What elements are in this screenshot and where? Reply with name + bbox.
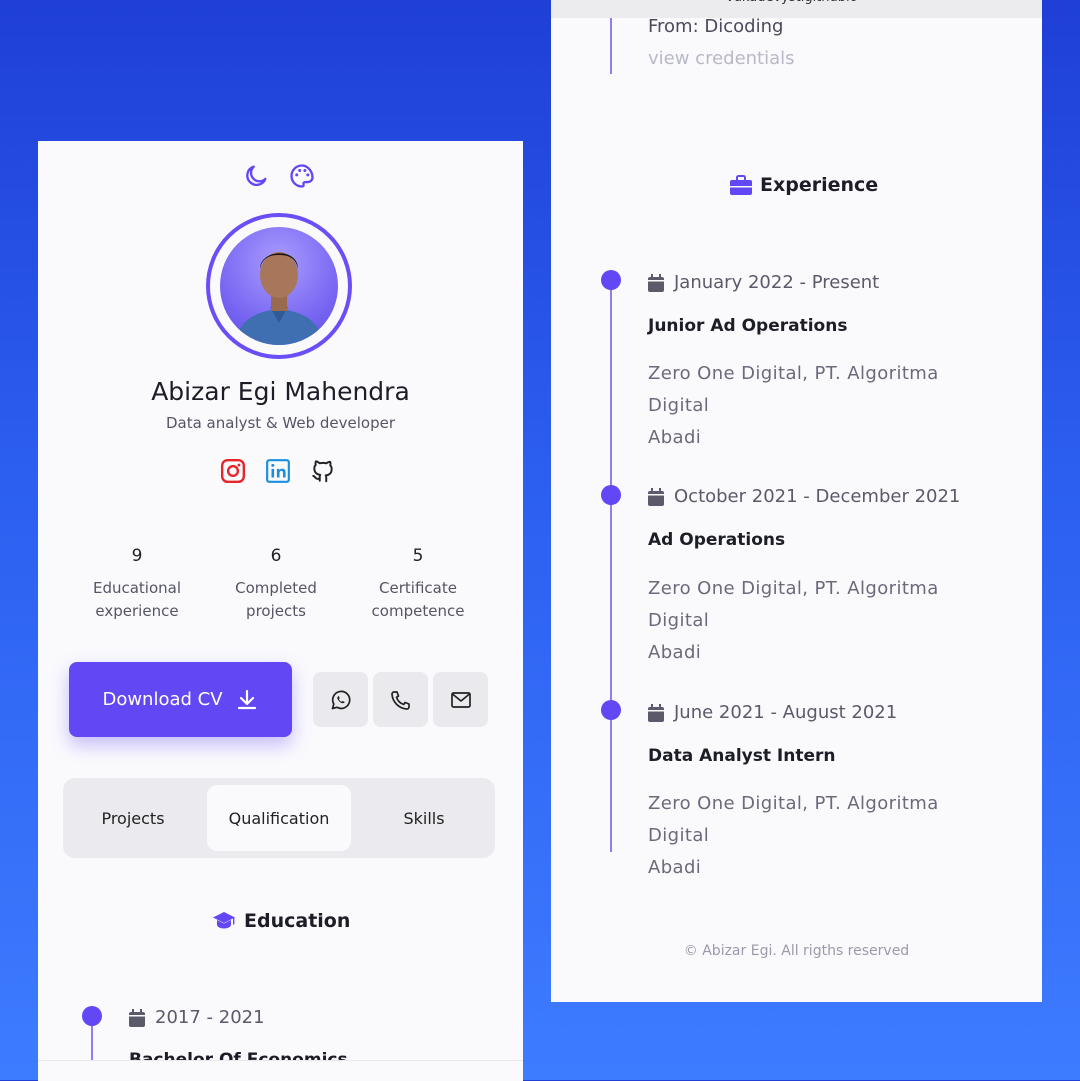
avatar <box>206 213 352 359</box>
stat-label: Certificate <box>379 579 457 597</box>
social-links <box>220 458 336 484</box>
job-company: Zero One Digital, PT. Algoritma Digital … <box>648 358 998 454</box>
tab-qualification[interactable]: Qualification <box>207 785 351 851</box>
linkedin-icon[interactable] <box>265 458 291 484</box>
bottom-nav-bar <box>38 1060 523 1081</box>
job-company-line: Zero One Digital, PT. Algoritma Digital <box>648 793 939 846</box>
job-company: Zero One Digital, PT. Algoritma Digital … <box>648 573 998 669</box>
timeline-dot <box>601 700 621 720</box>
calendar-icon <box>648 273 664 292</box>
job-company-line: Abadi <box>648 857 702 878</box>
job-date: October 2021 - December 2021 <box>648 486 960 507</box>
job-company-line: Zero One Digital, PT. Algoritma Digital <box>648 578 939 631</box>
whatsapp-icon <box>329 688 353 712</box>
job-title: Junior Ad Operations <box>648 316 848 336</box>
stat-value: 6 <box>270 546 282 566</box>
calendar-icon <box>129 1008 145 1027</box>
section-tabs: Projects Qualification Skills <box>63 778 495 858</box>
url-strip: vukadevystigithublo <box>551 0 1042 18</box>
stat-label: Completed <box>235 579 317 597</box>
palette-icon[interactable] <box>288 162 316 190</box>
moon-icon[interactable] <box>242 162 270 190</box>
mail-button[interactable] <box>433 672 488 727</box>
certificate-timeline-line <box>610 18 612 74</box>
experience-title: Experience <box>760 174 879 196</box>
profile-role: Data analyst & Web developer <box>165 414 396 432</box>
stat-label: Educational <box>92 579 182 597</box>
job-company-line: Zero One Digital, PT. Algoritma Digital <box>648 363 939 416</box>
job-date-text: June 2021 - August 2021 <box>674 702 898 723</box>
job-company: Zero One Digital, PT. Algoritma Digital … <box>648 788 998 884</box>
stat-certificates: 5 Certificate competence <box>358 545 478 623</box>
job-date-text: October 2021 - December 2021 <box>674 486 961 507</box>
stat-label: projects <box>246 602 306 620</box>
download-icon <box>235 688 259 712</box>
github-icon[interactable] <box>310 458 336 484</box>
job-company-line: Abadi <box>648 427 702 448</box>
certificate-issuer: From: Dicoding <box>648 16 784 37</box>
phone-icon <box>389 688 413 712</box>
stat-projects: 6 Completed projects <box>221 545 331 623</box>
experience-timeline-line <box>610 280 612 852</box>
job-date: January 2022 - Present <box>648 272 879 293</box>
job-title: Data Analyst Intern <box>648 746 836 766</box>
profile-name: Abizar Egi Mahendra <box>151 377 410 406</box>
calendar-icon <box>648 703 664 722</box>
url-text: vukadevystigithublo <box>726 0 858 5</box>
education-heading: Education <box>212 910 350 932</box>
timeline-dot <box>601 485 621 505</box>
download-cv-label: Download CV <box>102 689 223 710</box>
timeline-dot <box>82 1006 102 1026</box>
education-date: 2017 - 2021 <box>129 1007 265 1028</box>
footer-copyright: © Abizar Egi. All rigths reserved <box>683 943 910 959</box>
stat-label: competence <box>371 602 465 620</box>
job-company-line: Abadi <box>648 642 702 663</box>
education-title: Education <box>244 910 351 932</box>
whatsapp-button[interactable] <box>313 672 368 727</box>
view-credentials-link[interactable]: view credentials <box>648 48 795 69</box>
job-date-text: January 2022 - Present <box>674 272 880 293</box>
theme-controls <box>242 162 316 190</box>
calendar-icon <box>648 487 664 506</box>
stat-educational: 9 Educational experience <box>82 545 192 623</box>
stat-value: 9 <box>131 546 143 566</box>
job-date: June 2021 - August 2021 <box>648 702 897 723</box>
phone-button[interactable] <box>373 672 428 727</box>
mail-icon <box>449 688 473 712</box>
briefcase-icon <box>730 175 752 195</box>
download-cv-button[interactable]: Download CV <box>69 662 292 737</box>
job-title: Ad Operations <box>648 530 786 550</box>
education-date-text: 2017 - 2021 <box>155 1007 265 1028</box>
stat-label: experience <box>95 602 179 620</box>
instagram-icon[interactable] <box>220 458 246 484</box>
graduation-cap-icon <box>212 910 236 932</box>
experience-heading: Experience <box>730 174 878 196</box>
tab-skills[interactable]: Skills <box>361 785 487 851</box>
tab-projects[interactable]: Projects <box>71 785 195 851</box>
timeline-dot <box>601 270 621 290</box>
avatar-photo <box>220 227 338 345</box>
stat-value: 5 <box>412 546 424 566</box>
